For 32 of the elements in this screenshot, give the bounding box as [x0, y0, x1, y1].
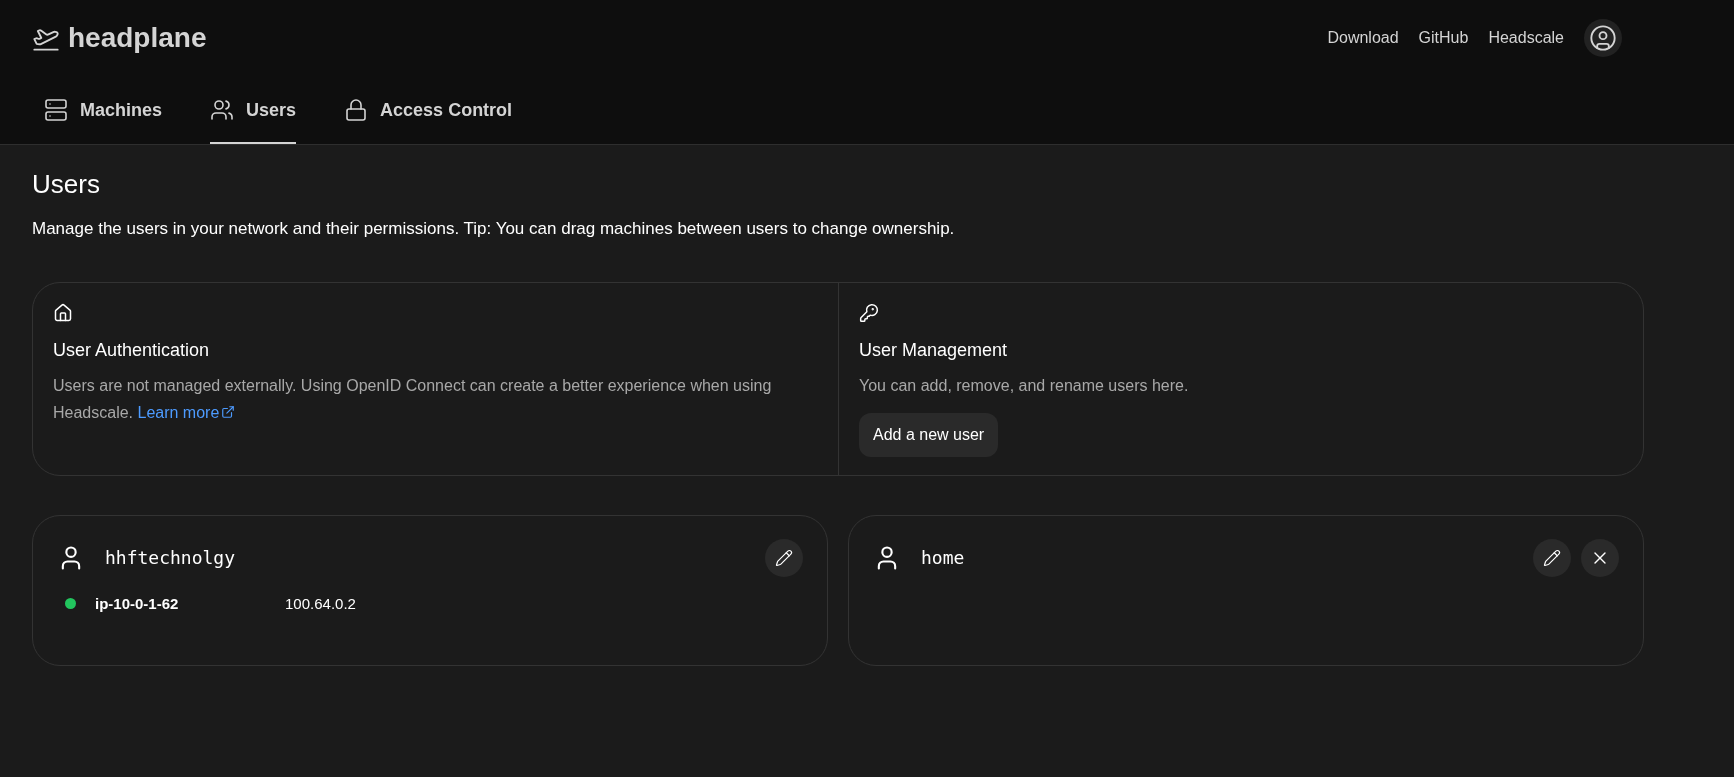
lock-icon: [344, 98, 369, 122]
header-link[interactable]: GitHub: [1418, 26, 1469, 50]
account-button[interactable]: [1584, 19, 1622, 57]
nav-tab[interactable]: Users: [210, 76, 297, 144]
user-circle-icon: [1589, 24, 1617, 52]
users-icon: [210, 98, 235, 122]
card-text: Users are not managed externally. Using OpenID Connect can create a better experience when using Headscale. Learn more: [53, 371, 818, 426]
external-link-icon: [221, 405, 236, 419]
edit-button[interactable]: [1533, 538, 1571, 577]
pencil-icon: [1543, 548, 1561, 567]
card-title: User Management: [859, 338, 1009, 362]
brand-name: headplane: [68, 21, 207, 55]
card-title: User Authentication: [53, 338, 211, 362]
house-icon: [53, 302, 73, 323]
key-icon: [859, 302, 879, 323]
header-link[interactable]: Headscale: [1488, 26, 1564, 50]
page-title: Users: [32, 168, 101, 201]
page-description: Manage the users in your network and their permissions. Tip: You can drag machines between users to change ownership.: [32, 218, 956, 240]
machine-address: 100.64.0.2: [285, 593, 356, 614]
user-name: home: [921, 546, 965, 570]
pencil-icon: [775, 548, 793, 567]
add-user-button[interactable]: Add a new user: [859, 412, 999, 457]
edit-button[interactable]: [765, 538, 803, 577]
nav-tab[interactable]: Access Control: [344, 76, 513, 144]
header-link[interactable]: Download: [1327, 26, 1399, 50]
machine-name[interactable]: ip-10-0-1-62: [95, 592, 285, 615]
nav-tab[interactable]: Machines: [44, 76, 163, 144]
card-text: You can add, remove, and rename users here.: [859, 375, 1190, 396]
user-name: hhftechnolgy: [105, 546, 236, 570]
delete-button[interactable]: [1581, 538, 1619, 577]
server-icon: [44, 98, 68, 122]
learn-more-link[interactable]: Learn more: [137, 398, 236, 426]
